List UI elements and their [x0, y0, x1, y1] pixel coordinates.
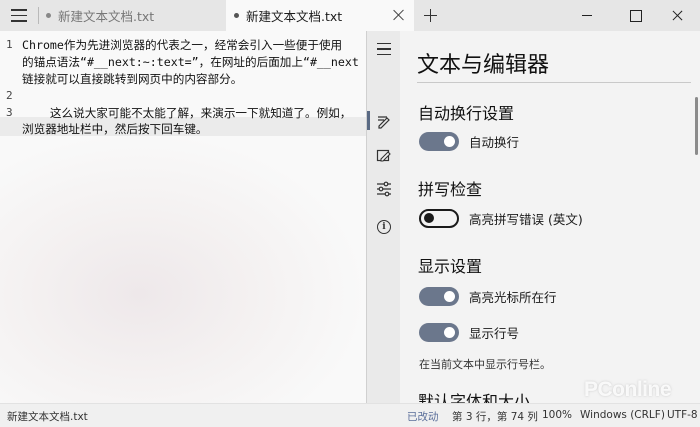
status-line-ending[interactable]: Windows (CRLF): [580, 409, 665, 421]
tab-label: 新建文本文档.txt: [246, 9, 343, 24]
tab-separator: [38, 7, 39, 24]
minimize-button[interactable]: [564, 0, 610, 31]
toggle-label: 高亮光标所在行: [469, 289, 557, 305]
status-encoding[interactable]: UTF-8: [667, 409, 698, 421]
wrap-toggle[interactable]: [419, 131, 459, 151]
section-title-wrap: 自动换行设置: [418, 104, 515, 123]
line-number-toggle[interactable]: [419, 322, 459, 342]
unsaved-dot-icon: [46, 13, 51, 18]
highlight-line-toggle[interactable]: [419, 286, 459, 306]
title-divider: [417, 82, 691, 83]
status-modified: 已改动: [407, 411, 439, 423]
text-editor-settings-icon[interactable]: [367, 109, 401, 133]
line-number-hint: 在当前文本中显示行号栏。: [419, 358, 551, 371]
highlight-line-toggle-row[interactable]: 高亮光标所在行: [419, 286, 557, 306]
section-title-display: 显示设置: [418, 257, 483, 276]
toggle-label: 显示行号: [469, 325, 520, 341]
hamburger-menu-icon[interactable]: [0, 0, 38, 31]
editor-acrylic-background: [0, 131, 368, 403]
unsaved-dot-icon: [234, 13, 239, 18]
wrap-toggle-row[interactable]: 自动换行: [419, 131, 519, 151]
about-info-icon[interactable]: i: [367, 215, 401, 239]
toggle-label: 高亮拼写错误 (英文): [469, 211, 583, 227]
settings-panel: 文本与编辑器 自动换行设置 自动换行 拼写检查 高亮拼写错误 (英文) 显示设置…: [400, 31, 700, 403]
settings-menu-icon[interactable]: [367, 37, 401, 61]
title-bar: 新建文本文档.txt 新建文本文档.txt: [0, 0, 700, 31]
advanced-settings-icon[interactable]: [367, 177, 401, 201]
section-title-font: 默认字体和大小: [418, 392, 531, 403]
spell-toggle-row[interactable]: 高亮拼写错误 (英文): [419, 208, 583, 228]
text-editor[interactable]: 1 2 3 Chrome作为先进浏览器的代表之一，经常会引入一些便于使用 的锚点…: [0, 31, 368, 403]
close-tab-icon[interactable]: [392, 8, 406, 22]
watermark-logo: PConline: [584, 378, 672, 401]
line-number-toggle-row[interactable]: 显示行号: [419, 322, 519, 342]
text-line: 这么说大家可能不太能了解，来演示一下就知道了。例如，: [22, 106, 352, 120]
text-line: 浏览器地址栏中，然后按下回车键。: [22, 122, 208, 136]
status-zoom[interactable]: 100%: [542, 409, 572, 421]
settings-nav-rail: i: [366, 31, 400, 403]
tab-label: 新建文本文档.txt: [58, 9, 155, 24]
tab-active[interactable]: 新建文本文档.txt: [226, 0, 414, 31]
status-bar: 新建文本文档.txt 已改动 第 3 行，第 74 列 100% Windows…: [0, 403, 700, 427]
panel-title: 文本与编辑器: [417, 53, 550, 78]
spell-toggle[interactable]: [419, 208, 459, 228]
tab-inactive[interactable]: 新建文本文档.txt: [40, 0, 226, 31]
maximize-button[interactable]: [612, 0, 658, 31]
text-line: Chrome作为先进浏览器的代表之一，经常会引入一些便于使用: [22, 38, 343, 52]
new-tab-plus-icon[interactable]: [418, 3, 444, 29]
panel-scrollbar[interactable]: [695, 97, 698, 155]
close-window-button[interactable]: [656, 0, 700, 31]
status-cursor-position[interactable]: 第 3 行，第 74 列: [452, 409, 538, 424]
line-number: 3: [6, 106, 13, 119]
toggle-label: 自动换行: [469, 134, 520, 150]
section-title-spell: 拼写检查: [418, 180, 483, 199]
status-file-name: 新建文本文档.txt: [7, 411, 88, 423]
text-line: 链接就可以直接跳转到网页中的内容部分。: [22, 72, 243, 86]
text-line: 的锚点语法“#__next:~:text=”，在网址的后面加上“#__next: [22, 55, 359, 69]
line-number: 1: [6, 38, 13, 51]
line-number: 2: [6, 89, 13, 102]
personalization-settings-icon[interactable]: [367, 144, 401, 168]
